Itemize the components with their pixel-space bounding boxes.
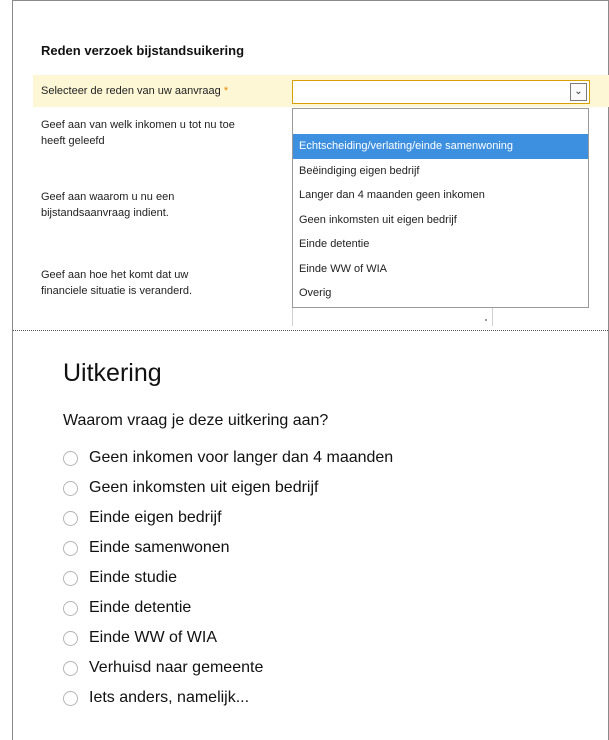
radio-empty-icon[interactable] bbox=[63, 481, 78, 496]
radio-option-label[interactable]: Verhuisd naar gemeente bbox=[89, 657, 263, 679]
dropdown-option[interactable]: Beëindiging eigen bedrijf bbox=[293, 159, 588, 184]
section-title: Reden verzoek bijstandsuikering bbox=[41, 43, 245, 58]
reason-select[interactable]: ⌄ bbox=[292, 80, 590, 104]
page-frame: Reden verzoek bijstandsuikering Selectee… bbox=[12, 0, 609, 740]
income-label: Geef aan van welk inkomen u tot nu toe h… bbox=[41, 119, 235, 147]
chevron-down-icon[interactable]: ⌄ bbox=[570, 83, 587, 101]
reason-label: Selecteer de reden van uw aanvraag * bbox=[41, 85, 229, 97]
dropdown-option[interactable]: Einde WW of WIA bbox=[293, 257, 588, 282]
dropdown-empty-option[interactable] bbox=[293, 109, 588, 134]
radio-option-label[interactable]: Einde WW of WIA bbox=[89, 627, 217, 649]
radio-option-label[interactable]: Iets anders, namelijk... bbox=[89, 687, 249, 709]
situation-label: Geef aan hoe het komt dat uw financiele … bbox=[41, 269, 193, 297]
radio-empty-icon[interactable] bbox=[63, 451, 78, 466]
required-mark: * bbox=[223, 85, 229, 97]
dropdown-option[interactable]: Langer dan 4 maanden geen inkomen bbox=[293, 183, 588, 208]
radio-empty-icon[interactable] bbox=[63, 541, 78, 556]
radio-option-label[interactable]: Geen inkomsten uit eigen bedrijf bbox=[89, 477, 318, 499]
radio-option-label[interactable]: Einde eigen bedrijf bbox=[89, 507, 222, 529]
dropdown-option[interactable]: Geen inkomsten uit eigen bedrijf bbox=[293, 208, 588, 233]
radio-option-label[interactable]: Geen inkomen voor langer dan 4 maanden bbox=[89, 447, 393, 469]
radio-empty-icon[interactable] bbox=[63, 601, 78, 616]
dropdown-option[interactable]: Echtscheiding/verlating/einde samenwonin… bbox=[293, 134, 588, 159]
textarea-edge-right bbox=[492, 308, 493, 326]
textarea-edge-left bbox=[292, 308, 293, 326]
section-divider bbox=[13, 330, 609, 331]
reason-dropdown-list[interactable]: Echtscheiding/verlating/einde samenwonin… bbox=[292, 108, 589, 308]
radio-option-label[interactable]: Einde samenwonen bbox=[89, 537, 230, 559]
why-label: Geef aan waarom u nu een bijstandsaanvra… bbox=[41, 191, 175, 219]
old-form: Reden verzoek bijstandsuikering Selectee… bbox=[13, 1, 609, 331]
radio-empty-icon[interactable] bbox=[63, 631, 78, 646]
new-form-title: Uitkering bbox=[63, 359, 162, 387]
dropdown-option[interactable]: Einde detentie bbox=[293, 232, 588, 257]
resize-dot bbox=[485, 319, 487, 321]
radio-empty-icon[interactable] bbox=[63, 511, 78, 526]
new-form-question: Waarom vraag je deze uitkering aan? bbox=[63, 412, 329, 429]
radio-option-label[interactable]: Einde detentie bbox=[89, 597, 191, 619]
radio-empty-icon[interactable] bbox=[63, 691, 78, 706]
radio-option-label[interactable]: Einde studie bbox=[89, 567, 177, 589]
dropdown-option[interactable]: Overig bbox=[293, 281, 588, 306]
radio-empty-icon[interactable] bbox=[63, 571, 78, 586]
radio-empty-icon[interactable] bbox=[63, 661, 78, 676]
